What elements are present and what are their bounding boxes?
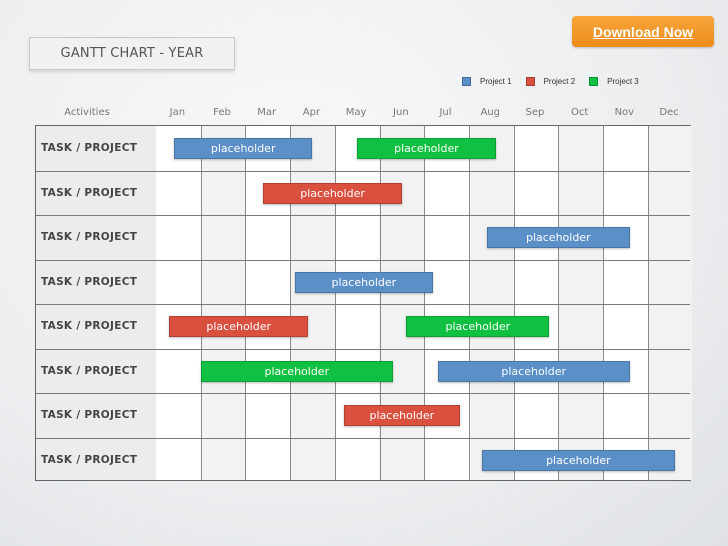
row-label-task-project: TASK / PROJECT	[41, 231, 138, 244]
gantt-bar-project2[interactable]: placeholder	[343, 405, 460, 426]
month-header-jan: Jan	[169, 107, 186, 118]
grid-vline	[334, 126, 336, 480]
month-header-mar: Mar	[257, 107, 277, 118]
row-label-task-project: TASK / PROJECT	[41, 275, 138, 288]
month-header-may: May	[345, 107, 367, 118]
row-label-task-project: TASK / PROJECT	[41, 409, 138, 422]
grid-vline	[424, 126, 426, 480]
month-column-sep	[513, 126, 559, 480]
month-column-mar	[245, 126, 291, 480]
row-label-task-project: TASK / PROJECT	[41, 320, 138, 333]
grid-vline	[245, 126, 247, 480]
gantt-bar-project3[interactable]: placeholder	[200, 360, 393, 382]
chart-legend: Project 1 Project 2 Project 3	[462, 77, 653, 86]
gantt-bar-project1[interactable]: placeholder	[173, 138, 313, 159]
month-column-may	[334, 126, 380, 480]
gantt-bar-project2[interactable]: placeholder	[169, 316, 308, 337]
legend-item-project3: Project 3	[589, 77, 639, 86]
gantt-bar-project1[interactable]: placeholder	[482, 449, 675, 471]
month-header-apr: Apr	[302, 107, 321, 118]
month-column-jun	[379, 126, 425, 480]
download-now-button[interactable]: Download Now	[572, 16, 714, 47]
month-header-dec: Dec	[659, 107, 679, 118]
row-label-task-project: TASK / PROJECT	[41, 186, 138, 199]
month-column-jan	[156, 126, 201, 480]
grid-vline	[647, 126, 649, 480]
legend-item-project2: Project 2	[525, 77, 576, 86]
month-header-sep: Sep	[525, 107, 545, 118]
grid-vline	[290, 126, 292, 480]
page-title-text: GANTT CHART - YEAR	[60, 46, 204, 61]
activities-header: Activities	[64, 107, 110, 118]
legend-label: Project 3	[607, 77, 639, 86]
month-column-dec	[647, 126, 693, 480]
page-title: GANTT CHART - YEAR	[29, 37, 235, 70]
grid-vline	[603, 126, 604, 480]
month-header-jul: Jul	[439, 107, 452, 118]
gantt-bar-project3[interactable]: placeholder	[357, 138, 496, 159]
month-header-feb: Feb	[213, 107, 231, 118]
row-label-task-project: TASK / PROJECT	[41, 453, 138, 466]
month-column-aug	[468, 126, 514, 480]
gantt-bar-project1[interactable]: placeholder	[294, 271, 434, 293]
gantt-grid: TASK / PROJECT placeholder placeholder TASK…	[35, 125, 693, 481]
legend-swatch-project1	[462, 77, 471, 86]
month-column-apr	[290, 126, 335, 480]
gantt-bar-project3[interactable]: placeholder	[406, 316, 550, 337]
grid-vline	[468, 126, 470, 480]
gantt-bar-project1[interactable]: placeholder	[486, 227, 630, 248]
row-label-task-project: TASK / PROJECT	[41, 142, 138, 155]
gantt-bar-project2[interactable]: placeholder	[263, 182, 402, 204]
month-column-oct	[558, 126, 603, 480]
row-label-task-project: TASK / PROJECT	[41, 364, 138, 377]
month-column-nov	[603, 126, 648, 480]
legend-swatch-project3	[589, 77, 599, 86]
month-column-feb	[200, 126, 246, 480]
legend-swatch-project2	[525, 77, 535, 86]
grid-vline	[200, 126, 202, 480]
gantt-bar-project1[interactable]: placeholder	[437, 360, 630, 382]
legend-label: Project 2	[543, 77, 576, 86]
legend-item-project1: Project 1	[462, 77, 512, 86]
month-header-nov: Nov	[614, 107, 635, 118]
grid-vline	[379, 126, 381, 480]
month-header-aug: Aug	[480, 107, 500, 118]
month-header-oct: Oct	[570, 107, 589, 118]
grid-vline	[513, 126, 515, 480]
month-header-jun: Jun	[393, 107, 409, 118]
month-column-jul	[424, 126, 469, 480]
legend-label: Project 1	[480, 77, 512, 86]
grid-vline	[558, 126, 560, 480]
